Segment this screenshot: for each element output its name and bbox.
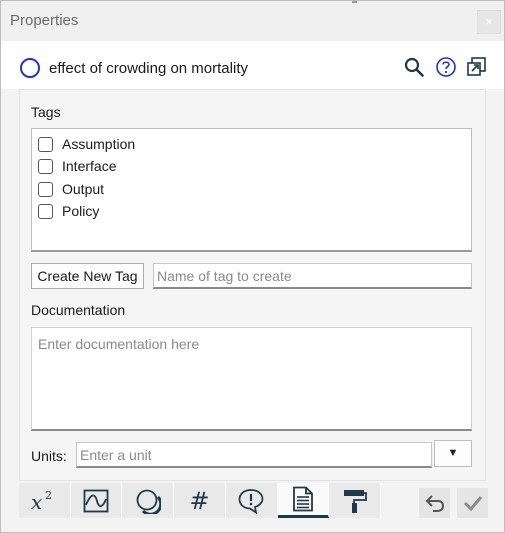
document-icon bbox=[293, 486, 313, 512]
apply-button[interactable] bbox=[457, 488, 488, 518]
svg-text:2: 2 bbox=[45, 489, 52, 502]
circles-icon bbox=[136, 489, 161, 514]
tag-label: Output bbox=[62, 181, 105, 197]
tag-label: Interface bbox=[62, 158, 117, 174]
popout-icon[interactable] bbox=[466, 56, 488, 78]
tag-checkbox[interactable] bbox=[38, 203, 53, 219]
tags-list[interactable]: Assumption Interface Output Policy bbox=[31, 128, 472, 252]
undo-button[interactable] bbox=[419, 488, 450, 518]
tag-label: Assumption bbox=[62, 136, 136, 152]
window-title: Properties bbox=[10, 12, 79, 29]
units-dropdown-button[interactable]: ▼ bbox=[434, 440, 472, 467]
dropdown-arrow-icon: ▼ bbox=[447, 447, 459, 459]
documentation-tab[interactable] bbox=[277, 483, 330, 518]
graph-curve-icon bbox=[83, 489, 109, 512]
checkmark-icon bbox=[463, 496, 482, 512]
properties-tab-bar: x 2 # bbox=[19, 483, 382, 518]
svg-text:x: x bbox=[31, 490, 42, 514]
close-icon: × bbox=[485, 14, 493, 29]
tag-item-policy[interactable]: Policy bbox=[38, 201, 99, 221]
resize-grip bbox=[352, 1, 357, 3]
title-bar[interactable]: Properties × bbox=[1, 1, 504, 41]
warnings-tab[interactable] bbox=[225, 483, 278, 518]
tag-label: Policy bbox=[62, 203, 100, 219]
paint-roller-icon bbox=[343, 489, 367, 513]
hash-icon: # bbox=[189, 486, 210, 515]
variable-name: effect of crowding on mortality bbox=[49, 60, 248, 77]
circle-icon bbox=[20, 58, 40, 78]
x-squared-icon: x 2 bbox=[31, 489, 52, 514]
graph-tab[interactable] bbox=[70, 483, 123, 518]
alert-bubble-icon bbox=[238, 488, 264, 514]
tag-checkbox[interactable] bbox=[38, 181, 53, 197]
search-icon[interactable] bbox=[403, 56, 425, 78]
units-input[interactable]: Enter a unit bbox=[76, 442, 432, 468]
tag-item-output[interactable]: Output bbox=[38, 179, 104, 199]
number-format-tab[interactable]: # bbox=[174, 483, 226, 518]
help-icon[interactable] bbox=[435, 56, 457, 78]
variable-header: effect of crowding on mortality bbox=[1, 41, 504, 89]
new-tag-input[interactable]: Name of tag to create bbox=[153, 263, 472, 289]
close-button[interactable]: × bbox=[477, 10, 501, 34]
properties-window: Properties × effect of crowding on morta… bbox=[0, 0, 505, 533]
create-tag-button[interactable]: Create New Tag bbox=[31, 263, 144, 289]
equation-tab[interactable]: x 2 bbox=[19, 483, 71, 518]
tags-label: Tags bbox=[31, 104, 61, 120]
undo-icon bbox=[425, 495, 444, 512]
tag-item-interface[interactable]: Interface bbox=[38, 156, 116, 176]
tag-checkbox[interactable] bbox=[38, 136, 53, 152]
tag-checkbox[interactable] bbox=[38, 158, 53, 174]
style-tab[interactable] bbox=[329, 483, 382, 518]
appearance-tab[interactable] bbox=[122, 483, 175, 518]
documentation-label: Documentation bbox=[31, 302, 126, 318]
documentation-textarea[interactable]: Enter documentation here bbox=[31, 327, 472, 431]
units-label: Units: bbox=[31, 448, 67, 464]
tag-item-assumption[interactable]: Assumption bbox=[38, 134, 135, 154]
